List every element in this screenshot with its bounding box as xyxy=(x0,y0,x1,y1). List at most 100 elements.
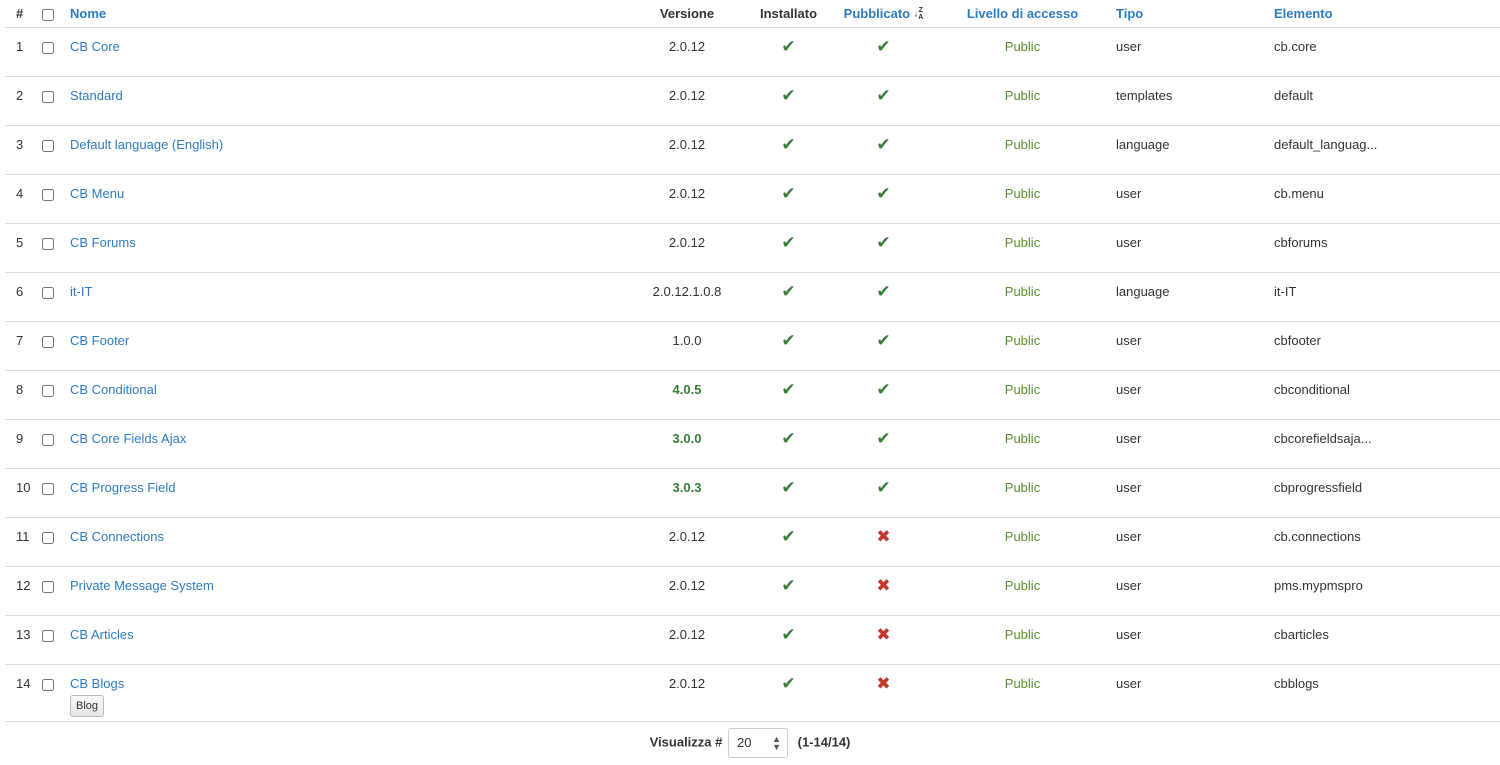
row-version: 3.0.3 xyxy=(672,480,702,495)
row-checkbox[interactable] xyxy=(42,139,54,152)
row-element-cell: pms.mypmspro xyxy=(1273,566,1500,616)
row-name-link[interactable]: CB Footer xyxy=(70,333,129,348)
row-element: default_languag... xyxy=(1274,137,1378,152)
select-arrows-icon: ▲ ▼ xyxy=(772,734,781,752)
table-row: 5 CB Forums 2.0.12 ✔ ✔ Public user cbforums xyxy=(5,223,1500,273)
row-name-link[interactable]: CB Connections xyxy=(70,529,164,544)
row-name-link[interactable]: CB Conditional xyxy=(70,382,157,397)
row-checkbox[interactable] xyxy=(42,41,54,54)
col-nome-header[interactable]: Nome xyxy=(70,0,632,28)
row-name-cell: CB Connections xyxy=(70,517,632,567)
check-icon[interactable]: ✔ xyxy=(876,233,890,252)
check-icon: ✔ xyxy=(781,478,796,497)
row-name-link[interactable]: CB Forums xyxy=(70,235,136,250)
row-name-link[interactable]: Default language (English) xyxy=(70,137,223,152)
limit-value: 20 xyxy=(737,735,752,750)
select-all-cell xyxy=(37,0,70,28)
check-icon: ✔ xyxy=(781,86,796,105)
pagination-footer: Visualizza # 20 ▲ ▼ (1-14/14) xyxy=(0,728,1500,758)
row-checkbox[interactable] xyxy=(42,237,54,250)
col-livello-header[interactable]: Livello di accesso xyxy=(932,0,1113,28)
row-element: default xyxy=(1274,88,1314,103)
check-icon[interactable]: ✔ xyxy=(876,429,890,448)
row-checkbox[interactable] xyxy=(42,384,54,397)
row-access-cell: Public xyxy=(932,517,1113,567)
row-checkbox[interactable] xyxy=(42,531,54,544)
row-checkbox[interactable] xyxy=(42,286,54,299)
row-installed-cell: ✔ xyxy=(742,125,835,175)
row-num: 6 xyxy=(16,284,24,299)
row-checkbox[interactable] xyxy=(42,433,54,446)
row-type-cell: user xyxy=(1113,566,1273,616)
row-name-link[interactable]: CB Blogs xyxy=(70,676,124,691)
check-icon[interactable]: ✔ xyxy=(876,380,890,399)
row-installed-cell: ✔ xyxy=(742,223,835,273)
row-checkbox[interactable] xyxy=(42,580,54,593)
row-version-cell: 2.0.12.1.0.8 xyxy=(632,272,742,322)
row-name-link[interactable]: Private Message System xyxy=(70,578,214,593)
row-name-link[interactable]: CB Progress Field xyxy=(70,480,175,495)
row-name-link[interactable]: CB Articles xyxy=(70,627,134,642)
row-access: Public xyxy=(1004,235,1041,250)
row-checkbox[interactable] xyxy=(42,335,54,348)
row-name-link[interactable]: CB Menu xyxy=(70,186,124,201)
cross-icon[interactable]: ✖ xyxy=(876,576,890,595)
row-num: 14 xyxy=(16,676,31,691)
row-installed-cell: ✔ xyxy=(742,615,835,665)
col-pubblicato-header[interactable]: Pubblicato ↓Z A xyxy=(835,0,932,28)
check-icon[interactable]: ✔ xyxy=(876,282,890,301)
row-name-link[interactable]: CB Core xyxy=(70,39,120,54)
check-icon[interactable]: ✔ xyxy=(876,184,890,203)
table-row: 4 CB Menu 2.0.12 ✔ ✔ Public user cb.menu xyxy=(5,174,1500,224)
row-installed-cell: ✔ xyxy=(742,517,835,567)
row-checkbox[interactable] xyxy=(42,482,54,495)
row-element: it-IT xyxy=(1274,284,1297,299)
row-checkbox[interactable] xyxy=(42,629,54,642)
check-icon[interactable]: ✔ xyxy=(876,135,890,154)
col-tipo-header[interactable]: Tipo xyxy=(1113,0,1273,28)
row-version-cell: 2.0.12 xyxy=(632,27,742,77)
row-checkbox[interactable] xyxy=(42,188,54,201)
row-name-link[interactable]: Standard xyxy=(70,88,123,103)
row-num-cell: 9 xyxy=(5,419,37,469)
row-version-cell: 2.0.12 xyxy=(632,125,742,175)
col-elemento-header[interactable]: Elemento xyxy=(1273,0,1500,28)
check-icon: ✔ xyxy=(781,429,796,448)
select-all-checkbox[interactable] xyxy=(42,8,54,21)
check-icon[interactable]: ✔ xyxy=(876,331,890,350)
check-icon[interactable]: ✔ xyxy=(876,86,890,105)
check-icon: ✔ xyxy=(781,135,796,154)
row-element-cell: cb.core xyxy=(1273,27,1500,77)
row-element: cb.core xyxy=(1274,39,1317,54)
row-num-cell: 3 xyxy=(5,125,37,175)
row-checkbox[interactable] xyxy=(42,678,54,691)
cross-icon[interactable]: ✖ xyxy=(876,674,890,693)
row-version-cell: 2.0.12 xyxy=(632,566,742,616)
row-access: Public xyxy=(1004,578,1041,593)
row-type: user xyxy=(1116,480,1142,495)
row-checkbox[interactable] xyxy=(42,90,54,103)
check-icon[interactable]: ✔ xyxy=(876,37,890,56)
row-element: cb.menu xyxy=(1274,186,1324,201)
cross-icon[interactable]: ✖ xyxy=(876,527,890,546)
row-element: cbfooter xyxy=(1274,333,1321,348)
row-num-cell: 1 xyxy=(5,27,37,77)
row-element-cell: cbblogs xyxy=(1273,664,1500,722)
row-name-link[interactable]: it-IT xyxy=(70,284,92,299)
check-icon: ✔ xyxy=(781,527,796,546)
row-name-link[interactable]: CB Core Fields Ajax xyxy=(70,431,186,446)
table-row: 7 CB Footer 1.0.0 ✔ ✔ Public user cbfooter xyxy=(5,321,1500,371)
row-num-cell: 2 xyxy=(5,76,37,126)
row-checkbox-cell xyxy=(37,370,70,420)
row-checkbox-cell xyxy=(37,419,70,469)
row-element-cell: default_languag... xyxy=(1273,125,1500,175)
row-access-cell: Public xyxy=(932,272,1113,322)
row-version-cell: 2.0.12 xyxy=(632,174,742,224)
limit-select[interactable]: 20 ▲ ▼ xyxy=(728,728,788,758)
row-num-cell: 4 xyxy=(5,174,37,224)
check-icon[interactable]: ✔ xyxy=(876,478,890,497)
row-num: 5 xyxy=(16,235,24,250)
row-installed-cell: ✔ xyxy=(742,321,835,371)
cross-icon[interactable]: ✖ xyxy=(876,625,890,644)
row-element: pms.mypmspro xyxy=(1274,578,1363,593)
